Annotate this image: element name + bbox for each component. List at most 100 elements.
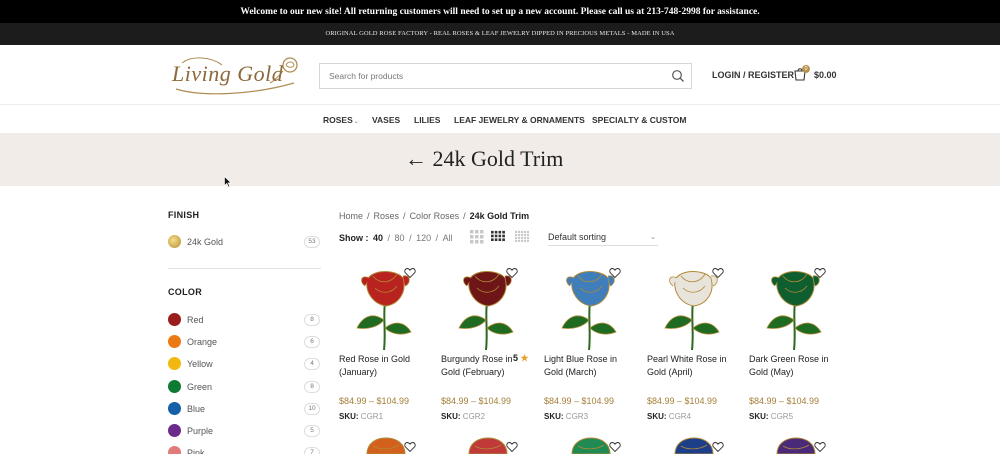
filter-label: Yellow	[187, 359, 213, 369]
heart-icon[interactable]	[404, 441, 416, 453]
filter-color-pink[interactable]: Pink 7	[168, 446, 320, 454]
heart-icon[interactable]	[712, 267, 724, 279]
filter-color-yellow[interactable]: Yellow 4	[168, 357, 320, 371]
filter-color-red[interactable]: Red 8	[168, 313, 320, 327]
filter-color-green[interactable]: Green 8	[168, 380, 320, 394]
filter-finish-24k-gold[interactable]: 24k Gold 53	[168, 235, 320, 249]
sku-value: CGR2	[462, 412, 486, 421]
main-nav: ROSES⌄ VASES LILIES LEAF JEWELRY & ORNAM…	[0, 105, 1000, 134]
nav-item-vases[interactable]: VASES	[372, 115, 400, 125]
chevron-down-icon: ⌄	[650, 234, 656, 241]
product-card[interactable]: Pearl White Rose in Gold (April) $84.99 –…	[647, 262, 742, 427]
product-card[interactable]	[544, 436, 639, 454]
nav-item-leaf-jewelry[interactable]: LEAF JEWELRY & ORNAMENTS	[454, 115, 585, 125]
page-title: ← 24k Gold Trim	[405, 146, 563, 172]
logo-text: Living Gold	[172, 61, 284, 86]
search-input[interactable]: Search for products	[319, 63, 692, 89]
show-option-120[interactable]: 120	[416, 233, 431, 243]
sku-value: CGR1	[360, 412, 384, 421]
tagline-text: ORIGINAL GOLD ROSE FACTORY - REAL ROSES …	[325, 30, 675, 37]
filter-label: Green	[187, 382, 213, 392]
site-logo[interactable]: Living Gold	[172, 53, 302, 97]
sku-label: SKU:	[441, 412, 461, 421]
show-option-40[interactable]: 40	[373, 233, 383, 243]
filter-count: 4	[304, 358, 320, 370]
product-card[interactable]	[749, 436, 844, 454]
gold-swatch-icon	[168, 235, 181, 248]
filter-label: 24k Gold	[187, 237, 224, 247]
grid-5-icon[interactable]	[515, 230, 529, 244]
filter-color-orange[interactable]: Orange 6	[168, 335, 320, 349]
filter-color-blue[interactable]: Blue 10	[168, 402, 320, 416]
rating-value: 5	[513, 353, 519, 363]
sku-label: SKU:	[749, 412, 769, 421]
product-card[interactable]	[647, 436, 742, 454]
heart-icon[interactable]	[814, 441, 826, 453]
breadcrumb-color-roses[interactable]: Color Roses	[410, 211, 460, 221]
sku-label: SKU:	[544, 412, 564, 421]
color-swatch-icon	[168, 357, 181, 370]
sorting-select[interactable]: Default sorting ⌄	[548, 232, 658, 246]
product-card[interactable]	[339, 436, 434, 454]
product-image[interactable]	[749, 436, 844, 454]
filter-count: 5	[304, 425, 320, 437]
search-icon[interactable]	[671, 69, 685, 83]
sku-label: SKU:	[339, 412, 359, 421]
heart-icon[interactable]	[609, 267, 621, 279]
product-name[interactable]: Dark Green Rose in Gold (May)	[749, 353, 833, 378]
product-image[interactable]	[647, 262, 742, 352]
product-image[interactable]	[749, 262, 844, 352]
heart-icon[interactable]	[712, 441, 724, 453]
product-image[interactable]	[647, 436, 742, 454]
show-option-80[interactable]: 80	[395, 233, 405, 243]
site-header: Living Gold Search for products LOGIN / …	[0, 45, 1000, 105]
breadcrumb-roses[interactable]: Roses	[374, 211, 400, 221]
filter-count: 53	[304, 236, 320, 248]
color-swatch-icon	[168, 380, 181, 393]
product-image[interactable]	[441, 436, 536, 454]
filter-label: Orange	[187, 337, 218, 347]
breadcrumb: Home / Roses / Color Roses/24k Gold Trim	[339, 211, 530, 221]
breadcrumb-home[interactable]: Home	[339, 211, 363, 221]
sku-value: CGR3	[565, 412, 589, 421]
product-image[interactable]	[339, 436, 434, 454]
filter-label: Red	[187, 315, 204, 325]
filter-count: 8	[304, 381, 320, 393]
product-card[interactable]	[441, 436, 536, 454]
product-sku: SKU: CGR3	[544, 412, 588, 421]
product-image[interactable]	[544, 436, 639, 454]
product-image[interactable]	[544, 262, 639, 352]
grid-4-icon[interactable]	[491, 230, 505, 244]
star-icon: ★	[520, 353, 529, 363]
page-title-band: ← 24k Gold Trim	[0, 134, 1000, 186]
login-register-link[interactable]: LOGIN / REGISTER	[712, 70, 794, 80]
product-sku: SKU: CGR4	[647, 412, 691, 421]
show-option-all[interactable]: All	[443, 233, 453, 243]
product-name[interactable]: Light Blue Rose in Gold (March)	[544, 353, 628, 378]
per-page-selector: Show : 40 / 80 / 120 / All	[339, 233, 453, 243]
product-card[interactable]: Light Blue Rose in Gold (March) $84.99 – …	[544, 262, 639, 427]
product-card[interactable]: Burgundy Rose in Gold (February) 5 ★ $84.9…	[441, 262, 536, 427]
back-arrow-icon[interactable]: ←	[405, 146, 427, 171]
color-swatch-icon	[168, 446, 181, 454]
nav-item-roses[interactable]: ROSES⌄	[323, 115, 359, 125]
product-image[interactable]	[441, 262, 536, 352]
cart-total[interactable]: $0.00	[814, 70, 837, 80]
color-swatch-icon	[168, 424, 181, 437]
nav-item-lilies[interactable]: LILIES	[414, 115, 440, 125]
product-price: $84.99 – $104.99	[647, 396, 718, 406]
heart-icon[interactable]	[506, 441, 518, 453]
grid-3-icon[interactable]	[470, 230, 484, 244]
finish-heading: FINISH	[168, 210, 200, 220]
product-card[interactable]: Dark Green Rose in Gold (May) $84.99 – $1…	[749, 262, 844, 427]
product-card[interactable]: Red Rose in Gold (January) $84.99 – $104.…	[339, 262, 434, 427]
filter-color-purple[interactable]: Purple 5	[168, 424, 320, 438]
heart-icon[interactable]	[404, 267, 416, 279]
product-name[interactable]: Pearl White Rose in Gold (April)	[647, 353, 731, 378]
product-name[interactable]: Red Rose in Gold (January)	[339, 353, 423, 378]
heart-icon[interactable]	[506, 267, 518, 279]
product-image[interactable]	[339, 262, 434, 352]
heart-icon[interactable]	[814, 267, 826, 279]
heart-icon[interactable]	[609, 441, 621, 453]
nav-item-specialty[interactable]: SPECIALTY & CUSTOM	[592, 115, 686, 125]
